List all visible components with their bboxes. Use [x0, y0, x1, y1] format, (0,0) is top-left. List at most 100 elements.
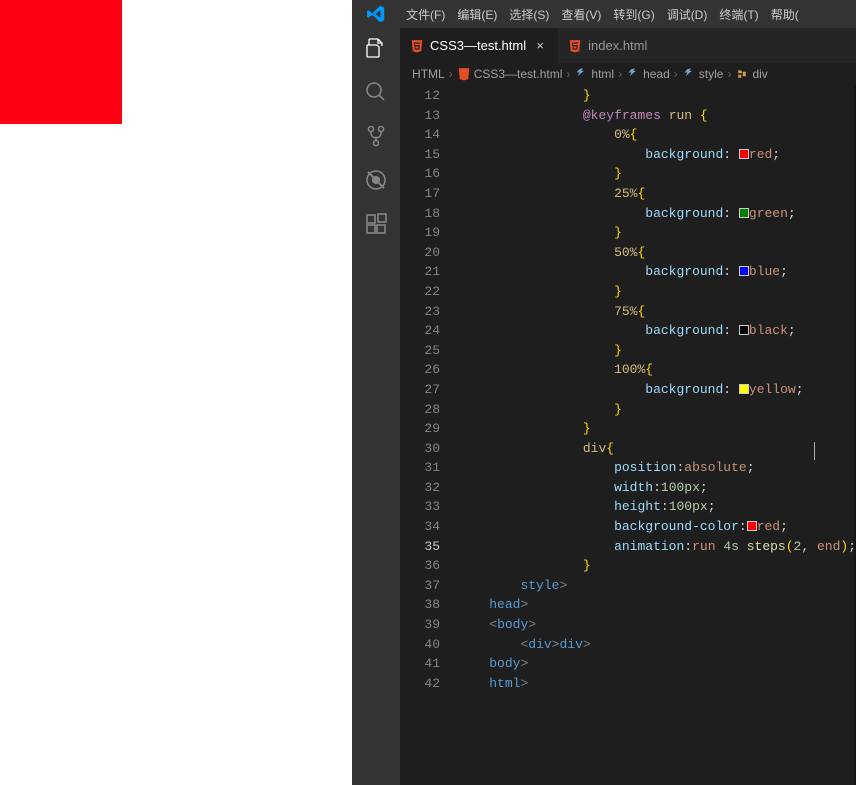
token: black	[749, 323, 788, 338]
token: background	[645, 382, 723, 397]
color-swatch-icon[interactable]	[739, 149, 749, 159]
code-line[interactable]: 0%{	[458, 125, 856, 145]
code-line[interactable]: }	[458, 86, 856, 106]
code-content[interactable]: } @keyframes run { 0%{ background: red; …	[458, 85, 856, 785]
menu-item[interactable]: 文件(F)	[400, 6, 451, 23]
code-line[interactable]: style>	[458, 576, 856, 596]
code-line[interactable]: @keyframes run {	[458, 106, 856, 126]
token: 75%	[614, 304, 637, 319]
line-number: 40	[400, 635, 440, 655]
line-number: 28	[400, 400, 440, 420]
code-line[interactable]: }	[458, 400, 856, 420]
menu-item[interactable]: 帮助(	[765, 6, 805, 23]
text-cursor	[814, 442, 815, 460]
color-swatch-icon[interactable]	[739, 266, 749, 276]
code-line[interactable]: background: red;	[458, 145, 856, 165]
line-number: 36	[400, 556, 440, 576]
code-line[interactable]: }	[458, 556, 856, 576]
breadcrumb-item[interactable]: style	[682, 67, 724, 81]
breadcrumb-item[interactable]: html	[574, 67, 614, 81]
token: animation	[614, 539, 684, 554]
breadcrumb-item[interactable]: CSS3—test.html	[457, 67, 563, 81]
code-line[interactable]: <body>	[458, 615, 856, 635]
menu-item[interactable]: 查看(V)	[555, 6, 607, 23]
code-line[interactable]: }	[458, 419, 856, 439]
token: :	[739, 519, 747, 534]
code-line[interactable]: body>	[458, 654, 856, 674]
code-line[interactable]: html>	[458, 674, 856, 694]
code-editor[interactable]: 1213141516171819202122232425262728293031…	[400, 85, 856, 785]
breadcrumb-item[interactable]: HTML	[412, 67, 445, 81]
line-number: 24	[400, 321, 440, 341]
token: :	[723, 264, 739, 279]
menu-item[interactable]: 终端(T)	[713, 6, 764, 23]
line-number: 27	[400, 380, 440, 400]
color-swatch-icon[interactable]	[747, 521, 757, 531]
code-line[interactable]: }	[458, 282, 856, 302]
code-line[interactable]: div{	[458, 439, 856, 459]
breadcrumb-item[interactable]: head	[626, 67, 670, 81]
breadcrumbs[interactable]: HTML›CSS3—test.html›html›head›style›div	[400, 63, 856, 85]
editor-tab[interactable]: index.html	[558, 28, 657, 63]
code-line[interactable]: 75%{	[458, 302, 856, 322]
breadcrumb-icon	[457, 67, 471, 81]
code-line[interactable]: background: green;	[458, 204, 856, 224]
color-swatch-icon[interactable]	[739, 208, 749, 218]
line-number: 16	[400, 164, 440, 184]
editor-tab[interactable]: CSS3—test.html×	[400, 28, 558, 63]
token: run	[692, 539, 723, 554]
token: div	[559, 637, 582, 652]
close-icon[interactable]: ×	[532, 38, 548, 54]
token: (	[786, 539, 794, 554]
breadcrumb-label: CSS3—test.html	[474, 67, 563, 81]
token: :	[723, 206, 739, 221]
code-line[interactable]: head>	[458, 595, 856, 615]
token: body>	[489, 656, 528, 671]
color-swatch-icon[interactable]	[739, 384, 749, 394]
line-number: 31	[400, 458, 440, 478]
code-line[interactable]: }	[458, 341, 856, 361]
editor-area: CSS3—test.html×index.html HTML›CSS3—test…	[400, 28, 856, 785]
menu-bar: 文件(F)编辑(E)选择(S)查看(V)转到(G)调试(D)终端(T)帮助(	[352, 0, 856, 28]
code-line[interactable]: animation:run 4s steps(2, end);	[458, 537, 856, 557]
token: >	[520, 676, 528, 691]
code-line[interactable]: 50%{	[458, 243, 856, 263]
code-line[interactable]: background: black;	[458, 321, 856, 341]
code-line[interactable]: background-color:red;	[458, 517, 856, 537]
code-line[interactable]: }	[458, 223, 856, 243]
line-number: 25	[400, 341, 440, 361]
extensions-icon[interactable]	[364, 212, 388, 236]
line-number: 42	[400, 674, 440, 694]
menu-item[interactable]: 调试(D)	[661, 6, 714, 23]
code-line[interactable]: height:100px;	[458, 497, 856, 517]
token: background-color	[614, 519, 739, 534]
code-line[interactable]: background: yellow;	[458, 380, 856, 400]
color-swatch-icon[interactable]	[739, 325, 749, 335]
code-line[interactable]: 100%{	[458, 360, 856, 380]
code-line[interactable]: background: blue;	[458, 262, 856, 282]
code-line[interactable]: <div>div>	[458, 635, 856, 655]
breadcrumb-label: html	[591, 67, 614, 81]
code-line[interactable]: position:absolute;	[458, 458, 856, 478]
code-line[interactable]: width:100px;	[458, 478, 856, 498]
token: :	[653, 480, 661, 495]
token: height	[614, 499, 661, 514]
breadcrumb-icon	[574, 67, 588, 81]
line-number: 29	[400, 419, 440, 439]
breadcrumb-item[interactable]: div	[735, 67, 767, 81]
menu-item[interactable]: 选择(S)	[503, 6, 555, 23]
search-icon[interactable]	[364, 80, 388, 104]
source-control-icon[interactable]	[364, 124, 388, 148]
line-number-gutter: 1213141516171819202122232425262728293031…	[400, 85, 458, 785]
menu-item[interactable]: 编辑(E)	[451, 6, 503, 23]
debug-icon[interactable]	[364, 168, 388, 192]
token: 50%	[614, 245, 637, 260]
explorer-icon[interactable]	[364, 36, 388, 60]
token: head	[489, 597, 520, 612]
code-line[interactable]: }	[458, 164, 856, 184]
vscode-logo-icon[interactable]	[352, 5, 400, 23]
code-line[interactable]: 25%{	[458, 184, 856, 204]
menu-item[interactable]: 转到(G)	[607, 6, 660, 23]
token: }	[614, 166, 622, 181]
html5-icon	[410, 39, 424, 53]
